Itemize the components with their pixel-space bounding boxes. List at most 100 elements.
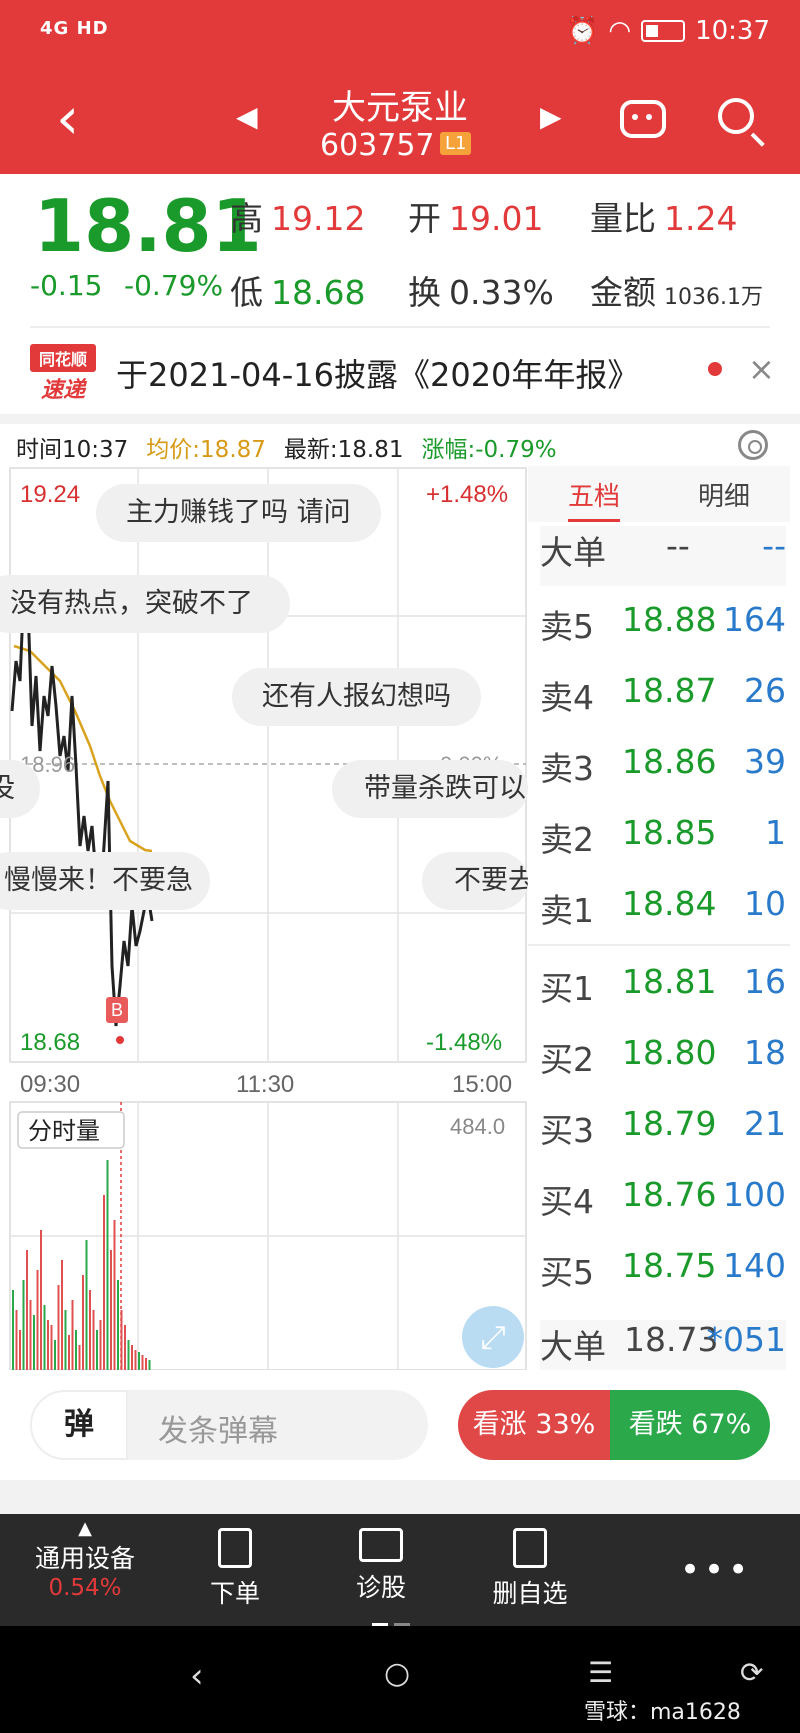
volume-label: 分时量 — [28, 1118, 100, 1145]
level-qty: 1 — [765, 813, 786, 852]
notice-text[interactable]: 于2021-04-16披露《2020年年报》 — [116, 350, 639, 396]
bid-row[interactable]: 买1 18.81 16 — [540, 962, 786, 1022]
stock-name: 大元泵业 — [332, 88, 468, 128]
chevron-left-icon: ‹ — [56, 84, 80, 152]
barrage-bubble: 主力赚钱了吗 请问 — [96, 484, 381, 542]
barrage-bubble: 没有热点，突破不了 — [0, 575, 290, 633]
volume-bar — [15, 1310, 18, 1370]
volume-bar — [120, 1310, 123, 1370]
section-separator — [0, 414, 800, 424]
tab-five-level[interactable]: 五档 — [568, 476, 621, 522]
info-pct: 涨幅:-0.79% — [421, 437, 557, 463]
volume-bar — [141, 1355, 144, 1370]
bid-row[interactable]: 买2 18.80 18 — [540, 1033, 786, 1093]
volume-bar — [68, 1335, 70, 1370]
level-label: 买2 — [540, 1040, 594, 1079]
info-avg: 均价:18.87 — [146, 437, 266, 463]
ask-row[interactable]: 卖5 18.88 164 — [540, 600, 786, 660]
level-label: 买3 — [540, 1111, 594, 1150]
level-label: 卖1 — [540, 891, 594, 930]
volume-bar — [57, 1285, 60, 1370]
notice-banner[interactable]: 同花顺 速递 于2021-04-16披露《2020年年报》 × — [0, 326, 800, 414]
y-high-label: 19.24 — [20, 481, 80, 508]
status-bar: 4G HD ⏰ ◠ 10:37 — [0, 0, 800, 70]
back-button[interactable]: ‹ — [56, 88, 96, 148]
ask-row[interactable]: 卖3 18.86 39 — [540, 742, 786, 802]
bid-row[interactable]: 买3 18.79 21 — [540, 1104, 786, 1164]
search-icon[interactable] — [718, 98, 754, 134]
volume-bar — [71, 1300, 74, 1370]
rotate-icon[interactable]: ⟳ — [740, 1656, 763, 1689]
level-price: 18.84 — [622, 884, 717, 923]
level-qty: 10 — [744, 884, 786, 923]
volume-bar — [92, 1310, 95, 1370]
volume-bar — [106, 1160, 109, 1370]
next-stock-button[interactable]: ▶ — [540, 100, 562, 133]
x-label-mid: 11:30 — [236, 1071, 294, 1098]
volume-bar — [43, 1305, 46, 1370]
pct-high-label: +1.48% — [426, 481, 508, 508]
nav-industry[interactable]: ▲ 通用设备 0.54% — [20, 1514, 150, 1626]
level-price: 18.85 — [622, 813, 717, 852]
status-right: ⏰ ◠ 10:37 — [566, 16, 770, 46]
volume-bar — [82, 1275, 84, 1370]
volume-bar — [131, 1345, 133, 1370]
level-label: 卖4 — [540, 678, 594, 717]
level-qty: 100 — [723, 1175, 786, 1214]
system-back-icon[interactable]: ‹ — [190, 1656, 204, 1696]
alarm-icon: ⏰ — [566, 16, 599, 46]
level-badge: L1 — [440, 132, 472, 155]
bid-row[interactable]: 买4 18.76 100 — [540, 1175, 786, 1235]
level-qty: 26 — [744, 671, 786, 710]
order-icon — [218, 1528, 252, 1568]
volume-bar — [138, 1352, 140, 1370]
level-price: 18.75 — [622, 1246, 717, 1285]
chart-info-line: 时间10:37 均价:18.87 最新:18.81 涨幅:-0.79% — [16, 430, 557, 464]
tab-detail[interactable]: 明细 — [698, 476, 750, 513]
book-tabs: 五档 明细 — [528, 466, 790, 522]
volume-bar — [64, 1310, 67, 1370]
buy-point — [116, 1036, 124, 1044]
bid-row[interactable]: 买5 18.75 140 — [540, 1246, 786, 1306]
nav-remove-watchlist[interactable]: 删自选 — [480, 1514, 580, 1626]
system-menu-icon[interactable]: ☰ — [588, 1656, 613, 1689]
more-icon[interactable]: ••• — [680, 1550, 752, 1590]
ask-row[interactable]: 卖4 18.87 26 — [540, 671, 786, 731]
barrage-toggle-icon[interactable]: 弹 — [30, 1390, 128, 1460]
level-label: 买1 — [540, 969, 594, 1008]
ask-row[interactable]: 卖1 18.84 10 — [540, 884, 786, 944]
vote-bearish-button[interactable]: 看跌 67% — [610, 1390, 770, 1460]
expand-icon[interactable]: ⤢ — [462, 1306, 524, 1368]
system-home-icon[interactable]: ○ — [384, 1656, 410, 1691]
buy-marker-label: B — [111, 1000, 123, 1020]
nav-diagnose[interactable]: 诊股 — [336, 1514, 426, 1626]
barrage-bubble: 还有人报幻想吗 — [232, 668, 481, 726]
volume-bar — [148, 1360, 151, 1370]
caret-up-icon: ▲ — [78, 1518, 92, 1539]
level-label: 买4 — [540, 1182, 594, 1221]
barrage-bubble: 带量杀跌可以 — [332, 760, 528, 818]
ask-row[interactable]: 卖2 18.85 1 — [540, 813, 786, 873]
level-price: 18.81 — [622, 962, 717, 1001]
volume-bar — [29, 1300, 32, 1370]
volume-bar — [110, 1250, 112, 1370]
gear-icon[interactable] — [738, 430, 768, 460]
close-icon[interactable]: × — [748, 350, 775, 388]
prev-stock-button[interactable]: ◀ — [236, 100, 258, 133]
info-last: 最新:18.81 — [283, 437, 404, 463]
volume-bar — [61, 1260, 63, 1370]
big-order-row: 大单 -- -- — [540, 526, 786, 586]
level-price: 18.88 — [622, 600, 717, 639]
level-price: 18.80 — [622, 1033, 717, 1072]
section-separator — [0, 1480, 800, 1514]
level-label: 卖5 — [540, 607, 594, 646]
volume-bar — [117, 1280, 119, 1370]
vote-bullish-button[interactable]: 看涨 33% — [458, 1390, 610, 1460]
volume-bar — [89, 1290, 91, 1370]
volume-bar — [113, 1220, 116, 1370]
unread-dot — [708, 362, 722, 376]
level-qty: 39 — [744, 742, 786, 781]
barrage-input[interactable]: 弹 发条弹幕 — [30, 1390, 428, 1460]
robot-icon[interactable] — [620, 100, 666, 138]
nav-order[interactable]: 下单 — [190, 1514, 280, 1626]
